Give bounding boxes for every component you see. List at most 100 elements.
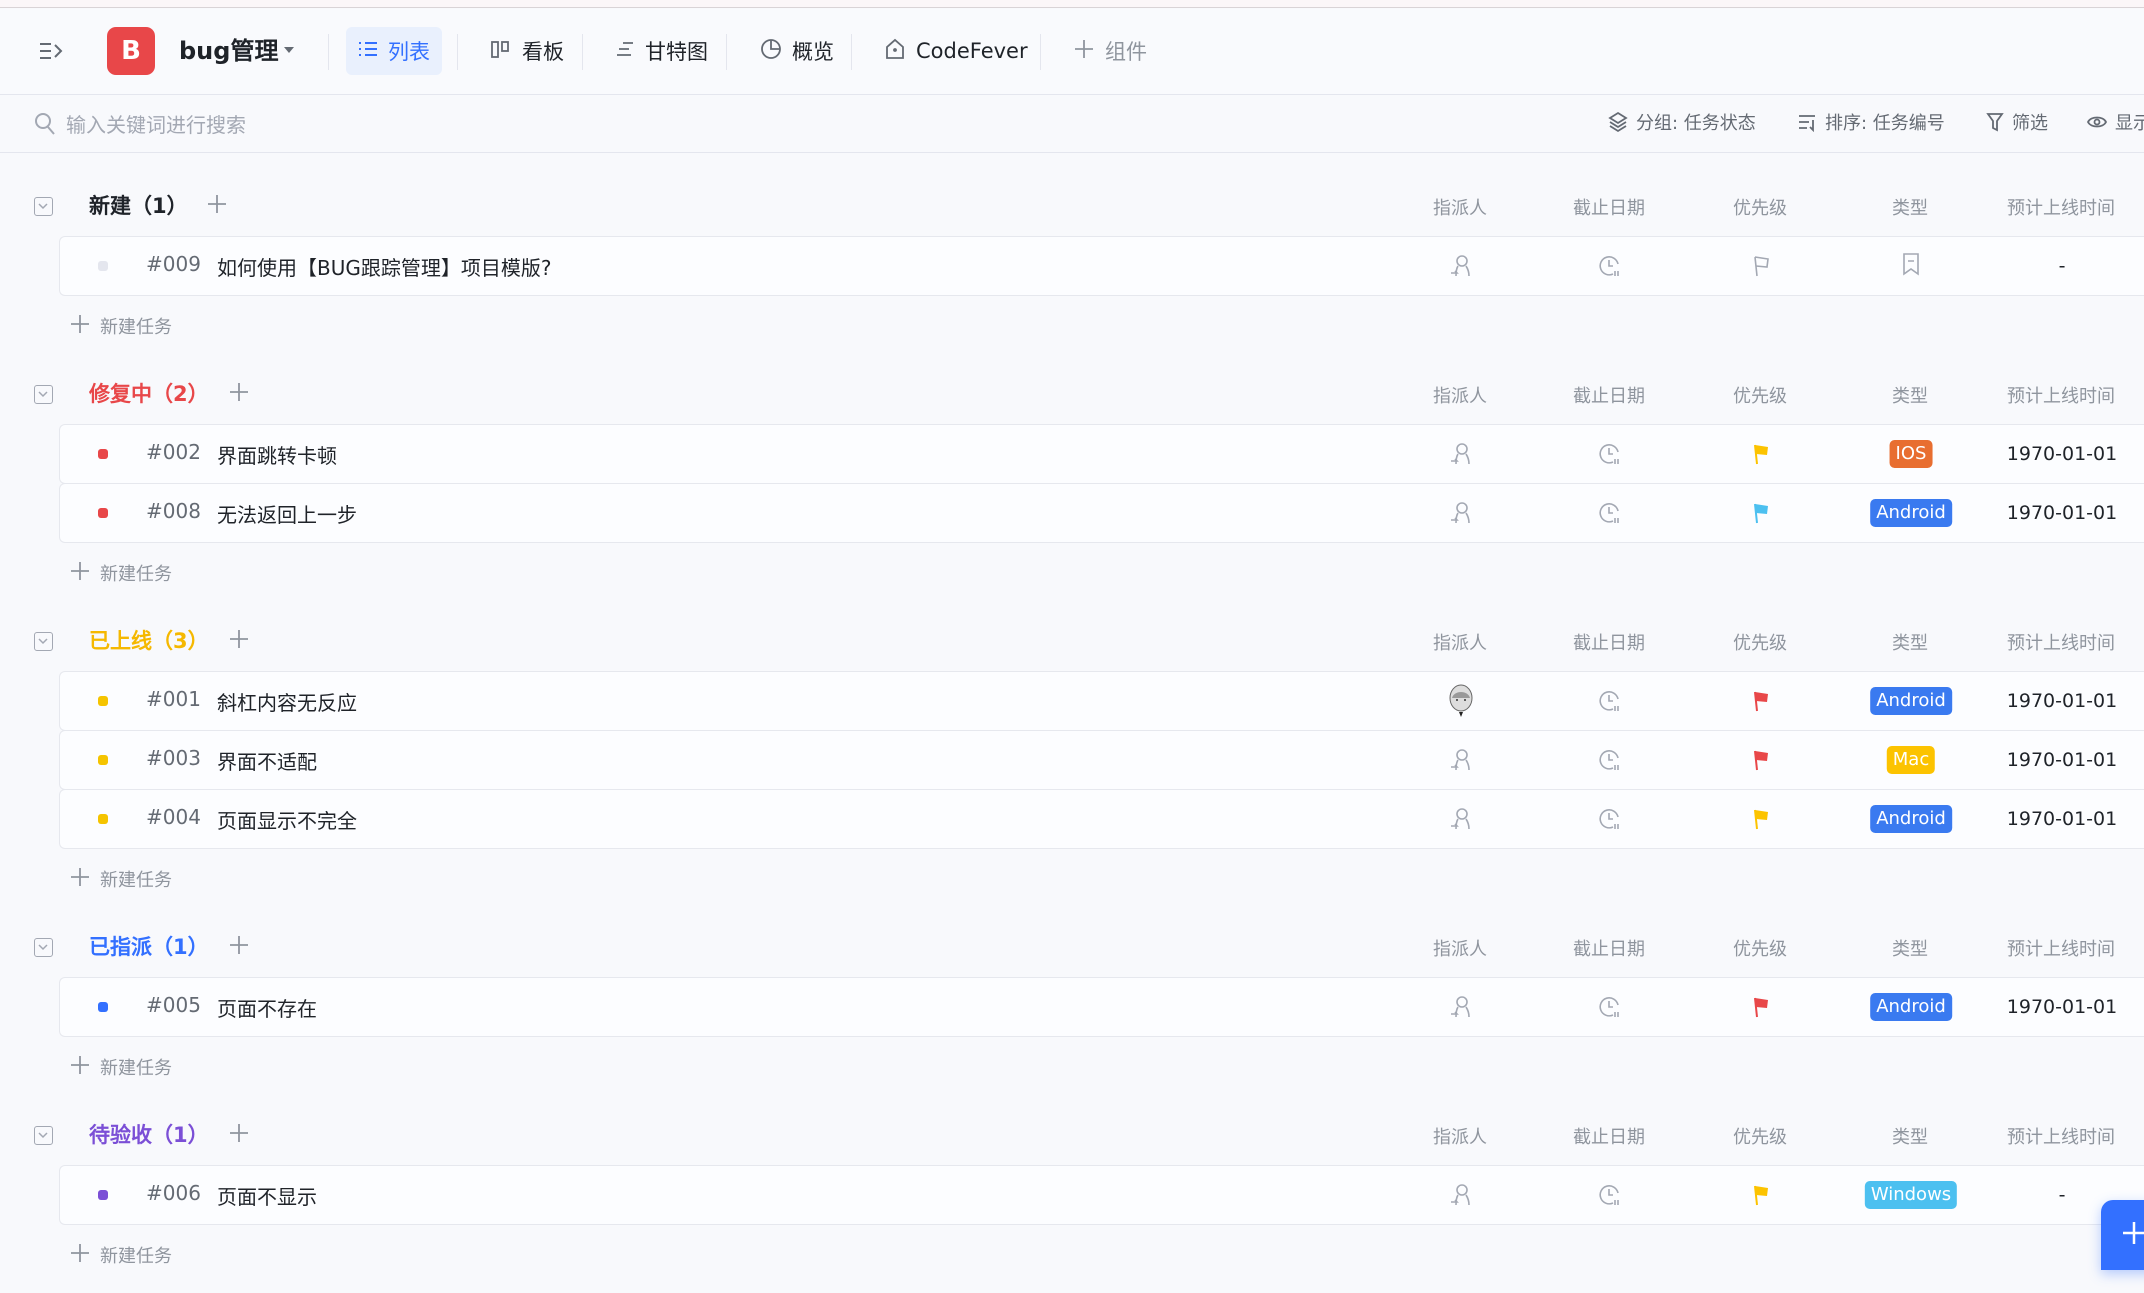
assign-user-icon[interactable] (1450, 484, 1472, 542)
column-header-assignee[interactable]: 指派人 (1433, 629, 1487, 655)
table-row[interactable]: #004 页面显示不完全 Android 1970-01-01 (59, 789, 2144, 849)
collapse-group-toggle[interactable] (34, 938, 53, 957)
priority-flag-icon[interactable] (1752, 731, 1770, 789)
priority-flag-icon[interactable] (1752, 978, 1770, 1036)
table-row[interactable]: #001 斜杠内容无反应 Android 1970-01-01 (59, 671, 2144, 731)
tab-list[interactable]: 列表 (346, 27, 442, 75)
due-date-clock-icon[interactable] (1599, 1166, 1621, 1224)
column-header-due-date[interactable]: 截止日期 (1573, 1123, 1645, 1149)
type-cell[interactable] (1901, 237, 1921, 295)
task-title[interactable]: 界面不适配 (217, 746, 317, 775)
assign-user-icon[interactable] (1450, 731, 1472, 789)
new-task-button[interactable]: 新建任务 (0, 1224, 2144, 1281)
priority-flag-icon[interactable] (1752, 484, 1770, 542)
column-header-type[interactable]: 类型 (1892, 1123, 1928, 1149)
table-row[interactable]: #002 界面跳转卡顿 IOS 1970-01-01 (59, 424, 2144, 484)
release-date[interactable]: 1970-01-01 (2007, 672, 2117, 730)
priority-flag-icon[interactable] (1752, 237, 1770, 295)
add-fab-button[interactable] (2101, 1200, 2144, 1270)
column-header-due-date[interactable]: 截止日期 (1573, 194, 1645, 220)
due-date-clock-icon[interactable] (1599, 731, 1621, 789)
new-task-button[interactable]: 新建任务 (0, 848, 2144, 905)
display-button[interactable]: 显示 (2087, 109, 2144, 135)
priority-flag-icon[interactable] (1752, 1166, 1770, 1224)
group-title[interactable]: 修复中（2） (89, 380, 209, 408)
group-title[interactable]: 新建（1） (89, 192, 188, 220)
tab-pie-chart[interactable]: 概览 (748, 27, 846, 75)
due-date-clock-icon[interactable] (1599, 237, 1621, 295)
due-date-clock-icon[interactable] (1599, 484, 1621, 542)
release-date[interactable]: - (2059, 237, 2066, 295)
add-task-plus-icon[interactable] (229, 1123, 249, 1147)
group-by-button[interactable]: 分组: 任务状态 (1608, 109, 1756, 135)
new-task-button[interactable]: 新建任务 (0, 295, 2144, 352)
assign-user-icon[interactable] (1450, 790, 1472, 848)
add-task-plus-icon[interactable] (207, 194, 227, 218)
type-cell[interactable]: Windows (1864, 1166, 1958, 1224)
assign-user-icon[interactable] (1450, 425, 1472, 483)
task-title[interactable]: 页面不显示 (217, 1181, 317, 1210)
search-input[interactable] (66, 108, 766, 142)
table-row[interactable]: #008 无法返回上一步 Android 1970-01-01 (59, 483, 2144, 543)
tab-kanban[interactable]: 看板 (478, 27, 576, 75)
priority-flag-icon[interactable] (1752, 672, 1770, 730)
column-header-release-date[interactable]: 预计上线时间 (2007, 382, 2115, 408)
add-task-plus-icon[interactable] (229, 629, 249, 653)
column-header-assignee[interactable]: 指派人 (1433, 935, 1487, 961)
task-title[interactable]: 如何使用【BUG跟踪管理】项目模版? (217, 252, 551, 281)
sort-button[interactable]: 排序: 任务编号 (1797, 109, 1945, 135)
assign-user-icon[interactable] (1450, 978, 1472, 1036)
group-title[interactable]: 已上线（3） (89, 627, 209, 655)
task-title[interactable]: 页面显示不完全 (217, 805, 357, 834)
release-date[interactable]: 1970-01-01 (2007, 790, 2117, 848)
release-date[interactable]: - (2059, 1166, 2066, 1224)
column-header-priority[interactable]: 优先级 (1733, 194, 1787, 220)
type-cell[interactable]: Android (1870, 790, 1952, 848)
assignee-avatar[interactable] (1446, 672, 1476, 730)
release-date[interactable]: 1970-01-01 (2007, 484, 2117, 542)
column-header-type[interactable]: 类型 (1892, 194, 1928, 220)
table-row[interactable]: #003 界面不适配 Mac 1970-01-01 (59, 730, 2144, 790)
column-header-assignee[interactable]: 指派人 (1433, 1123, 1487, 1149)
column-header-priority[interactable]: 优先级 (1733, 382, 1787, 408)
table-row[interactable]: #006 页面不显示 Windows - (59, 1165, 2144, 1225)
collapse-group-toggle[interactable] (34, 632, 53, 651)
task-title[interactable]: 无法返回上一步 (217, 499, 357, 528)
add-task-plus-icon[interactable] (229, 382, 249, 406)
task-title[interactable]: 界面跳转卡顿 (217, 440, 337, 469)
column-header-release-date[interactable]: 预计上线时间 (2007, 1123, 2115, 1149)
column-header-due-date[interactable]: 截止日期 (1573, 935, 1645, 961)
column-header-release-date[interactable]: 预计上线时间 (2007, 194, 2115, 220)
priority-flag-icon[interactable] (1752, 425, 1770, 483)
column-header-release-date[interactable]: 预计上线时间 (2007, 629, 2115, 655)
new-task-button[interactable]: 新建任务 (0, 1036, 2144, 1093)
project-name[interactable]: bug管理 (179, 34, 278, 68)
type-cell[interactable]: Mac (1886, 731, 1936, 789)
column-header-assignee[interactable]: 指派人 (1433, 194, 1487, 220)
priority-flag-icon[interactable] (1752, 790, 1770, 848)
column-header-type[interactable]: 类型 (1892, 382, 1928, 408)
column-header-assignee[interactable]: 指派人 (1433, 382, 1487, 408)
collapse-group-toggle[interactable] (34, 1126, 53, 1145)
project-dropdown-caret-icon[interactable] (284, 47, 294, 53)
column-header-type[interactable]: 类型 (1892, 629, 1928, 655)
due-date-clock-icon[interactable] (1599, 978, 1621, 1036)
collapse-group-toggle[interactable] (34, 385, 53, 404)
due-date-clock-icon[interactable] (1599, 425, 1621, 483)
due-date-clock-icon[interactable] (1599, 790, 1621, 848)
column-header-release-date[interactable]: 预计上线时间 (2007, 935, 2115, 961)
sidebar-toggle-icon[interactable] (38, 39, 64, 67)
assign-user-icon[interactable] (1450, 237, 1472, 295)
release-date[interactable]: 1970-01-01 (2007, 978, 2117, 1036)
tab-plus[interactable]: 组件 (1061, 27, 1159, 75)
release-date[interactable]: 1970-01-01 (2007, 425, 2117, 483)
due-date-clock-icon[interactable] (1599, 672, 1621, 730)
type-cell[interactable]: Android (1870, 672, 1952, 730)
collapse-group-toggle[interactable] (34, 197, 53, 216)
column-header-priority[interactable]: 优先级 (1733, 1123, 1787, 1149)
column-header-due-date[interactable]: 截止日期 (1573, 629, 1645, 655)
new-task-button[interactable]: 新建任务 (0, 542, 2144, 599)
assign-user-icon[interactable] (1450, 1166, 1472, 1224)
column-header-priority[interactable]: 优先级 (1733, 935, 1787, 961)
column-header-priority[interactable]: 优先级 (1733, 629, 1787, 655)
